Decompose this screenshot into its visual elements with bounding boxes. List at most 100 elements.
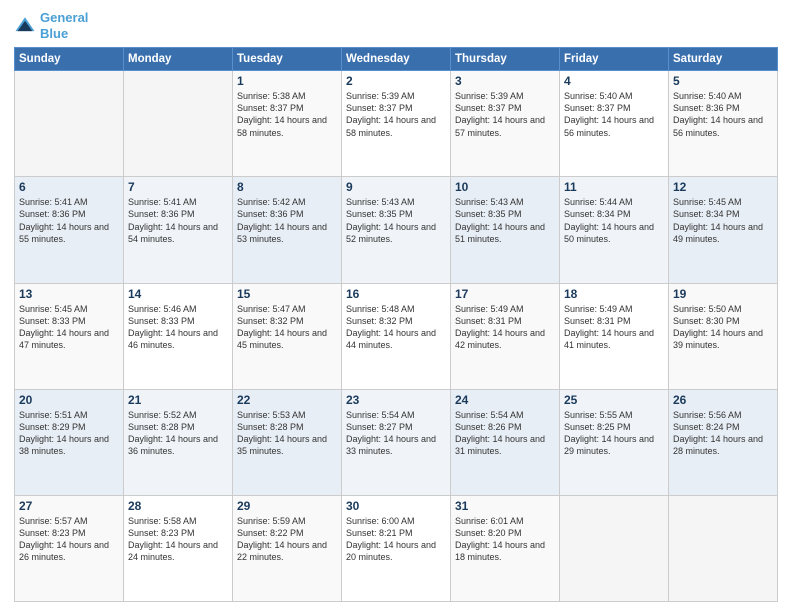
- logo-text: General Blue: [40, 10, 88, 41]
- calendar-table: SundayMondayTuesdayWednesdayThursdayFrid…: [14, 47, 778, 602]
- calendar-cell: 2 Sunrise: 5:39 AMSunset: 8:37 PMDayligh…: [342, 71, 451, 177]
- calendar-day-header: Sunday: [15, 48, 124, 71]
- cell-content: Sunrise: 5:43 AMSunset: 8:35 PMDaylight:…: [346, 197, 436, 243]
- header: General Blue: [14, 10, 778, 41]
- calendar-cell: 1 Sunrise: 5:38 AMSunset: 8:37 PMDayligh…: [233, 71, 342, 177]
- calendar-cell: 30 Sunrise: 6:00 AMSunset: 8:21 PMDaylig…: [342, 495, 451, 601]
- day-number: 13: [19, 287, 119, 301]
- day-number: 19: [673, 287, 773, 301]
- day-number: 9: [346, 180, 446, 194]
- cell-content: Sunrise: 5:46 AMSunset: 8:33 PMDaylight:…: [128, 304, 218, 350]
- calendar-cell: 20 Sunrise: 5:51 AMSunset: 8:29 PMDaylig…: [15, 389, 124, 495]
- calendar-day-header: Friday: [560, 48, 669, 71]
- cell-content: Sunrise: 5:59 AMSunset: 8:22 PMDaylight:…: [237, 516, 327, 562]
- calendar-cell: 7 Sunrise: 5:41 AMSunset: 8:36 PMDayligh…: [124, 177, 233, 283]
- cell-content: Sunrise: 5:49 AMSunset: 8:31 PMDaylight:…: [455, 304, 545, 350]
- calendar-cell: 17 Sunrise: 5:49 AMSunset: 8:31 PMDaylig…: [451, 283, 560, 389]
- cell-content: Sunrise: 5:39 AMSunset: 8:37 PMDaylight:…: [455, 91, 545, 137]
- calendar-cell: 5 Sunrise: 5:40 AMSunset: 8:36 PMDayligh…: [669, 71, 778, 177]
- calendar-cell: [124, 71, 233, 177]
- day-number: 17: [455, 287, 555, 301]
- calendar-cell: 21 Sunrise: 5:52 AMSunset: 8:28 PMDaylig…: [124, 389, 233, 495]
- calendar-cell: 18 Sunrise: 5:49 AMSunset: 8:31 PMDaylig…: [560, 283, 669, 389]
- day-number: 4: [564, 74, 664, 88]
- day-number: 2: [346, 74, 446, 88]
- day-number: 22: [237, 393, 337, 407]
- calendar-day-header: Tuesday: [233, 48, 342, 71]
- calendar-cell: 6 Sunrise: 5:41 AMSunset: 8:36 PMDayligh…: [15, 177, 124, 283]
- calendar-cell: [15, 71, 124, 177]
- day-number: 29: [237, 499, 337, 513]
- calendar-cell: [669, 495, 778, 601]
- cell-content: Sunrise: 6:01 AMSunset: 8:20 PMDaylight:…: [455, 516, 545, 562]
- calendar-cell: 23 Sunrise: 5:54 AMSunset: 8:27 PMDaylig…: [342, 389, 451, 495]
- calendar-cell: 26 Sunrise: 5:56 AMSunset: 8:24 PMDaylig…: [669, 389, 778, 495]
- day-number: 30: [346, 499, 446, 513]
- day-number: 28: [128, 499, 228, 513]
- day-number: 1: [237, 74, 337, 88]
- cell-content: Sunrise: 5:39 AMSunset: 8:37 PMDaylight:…: [346, 91, 436, 137]
- day-number: 11: [564, 180, 664, 194]
- cell-content: Sunrise: 5:41 AMSunset: 8:36 PMDaylight:…: [128, 197, 218, 243]
- cell-content: Sunrise: 5:40 AMSunset: 8:37 PMDaylight:…: [564, 91, 654, 137]
- cell-content: Sunrise: 6:00 AMSunset: 8:21 PMDaylight:…: [346, 516, 436, 562]
- calendar-cell: 15 Sunrise: 5:47 AMSunset: 8:32 PMDaylig…: [233, 283, 342, 389]
- cell-content: Sunrise: 5:53 AMSunset: 8:28 PMDaylight:…: [237, 410, 327, 456]
- cell-content: Sunrise: 5:56 AMSunset: 8:24 PMDaylight:…: [673, 410, 763, 456]
- day-number: 25: [564, 393, 664, 407]
- calendar-cell: [560, 495, 669, 601]
- cell-content: Sunrise: 5:45 AMSunset: 8:34 PMDaylight:…: [673, 197, 763, 243]
- day-number: 3: [455, 74, 555, 88]
- calendar-cell: 22 Sunrise: 5:53 AMSunset: 8:28 PMDaylig…: [233, 389, 342, 495]
- calendar-cell: 31 Sunrise: 6:01 AMSunset: 8:20 PMDaylig…: [451, 495, 560, 601]
- day-number: 24: [455, 393, 555, 407]
- calendar-header-row: SundayMondayTuesdayWednesdayThursdayFrid…: [15, 48, 778, 71]
- day-number: 7: [128, 180, 228, 194]
- calendar-week-row: 20 Sunrise: 5:51 AMSunset: 8:29 PMDaylig…: [15, 389, 778, 495]
- cell-content: Sunrise: 5:43 AMSunset: 8:35 PMDaylight:…: [455, 197, 545, 243]
- cell-content: Sunrise: 5:41 AMSunset: 8:36 PMDaylight:…: [19, 197, 109, 243]
- calendar-cell: 9 Sunrise: 5:43 AMSunset: 8:35 PMDayligh…: [342, 177, 451, 283]
- day-number: 15: [237, 287, 337, 301]
- cell-content: Sunrise: 5:45 AMSunset: 8:33 PMDaylight:…: [19, 304, 109, 350]
- day-number: 31: [455, 499, 555, 513]
- logo: General Blue: [14, 10, 88, 41]
- day-number: 6: [19, 180, 119, 194]
- day-number: 18: [564, 287, 664, 301]
- logo-icon: [14, 15, 36, 37]
- calendar-cell: 12 Sunrise: 5:45 AMSunset: 8:34 PMDaylig…: [669, 177, 778, 283]
- day-number: 26: [673, 393, 773, 407]
- calendar-cell: 3 Sunrise: 5:39 AMSunset: 8:37 PMDayligh…: [451, 71, 560, 177]
- calendar-cell: 25 Sunrise: 5:55 AMSunset: 8:25 PMDaylig…: [560, 389, 669, 495]
- calendar-cell: 19 Sunrise: 5:50 AMSunset: 8:30 PMDaylig…: [669, 283, 778, 389]
- cell-content: Sunrise: 5:55 AMSunset: 8:25 PMDaylight:…: [564, 410, 654, 456]
- cell-content: Sunrise: 5:54 AMSunset: 8:27 PMDaylight:…: [346, 410, 436, 456]
- calendar-week-row: 13 Sunrise: 5:45 AMSunset: 8:33 PMDaylig…: [15, 283, 778, 389]
- day-number: 16: [346, 287, 446, 301]
- cell-content: Sunrise: 5:42 AMSunset: 8:36 PMDaylight:…: [237, 197, 327, 243]
- day-number: 12: [673, 180, 773, 194]
- cell-content: Sunrise: 5:49 AMSunset: 8:31 PMDaylight:…: [564, 304, 654, 350]
- cell-content: Sunrise: 5:52 AMSunset: 8:28 PMDaylight:…: [128, 410, 218, 456]
- calendar-week-row: 1 Sunrise: 5:38 AMSunset: 8:37 PMDayligh…: [15, 71, 778, 177]
- calendar-cell: 4 Sunrise: 5:40 AMSunset: 8:37 PMDayligh…: [560, 71, 669, 177]
- calendar-day-header: Thursday: [451, 48, 560, 71]
- day-number: 8: [237, 180, 337, 194]
- calendar-day-header: Saturday: [669, 48, 778, 71]
- calendar-cell: 28 Sunrise: 5:58 AMSunset: 8:23 PMDaylig…: [124, 495, 233, 601]
- cell-content: Sunrise: 5:40 AMSunset: 8:36 PMDaylight:…: [673, 91, 763, 137]
- calendar-cell: 11 Sunrise: 5:44 AMSunset: 8:34 PMDaylig…: [560, 177, 669, 283]
- calendar-week-row: 6 Sunrise: 5:41 AMSunset: 8:36 PMDayligh…: [15, 177, 778, 283]
- day-number: 27: [19, 499, 119, 513]
- cell-content: Sunrise: 5:48 AMSunset: 8:32 PMDaylight:…: [346, 304, 436, 350]
- calendar-cell: 24 Sunrise: 5:54 AMSunset: 8:26 PMDaylig…: [451, 389, 560, 495]
- day-number: 10: [455, 180, 555, 194]
- cell-content: Sunrise: 5:44 AMSunset: 8:34 PMDaylight:…: [564, 197, 654, 243]
- calendar-cell: 14 Sunrise: 5:46 AMSunset: 8:33 PMDaylig…: [124, 283, 233, 389]
- cell-content: Sunrise: 5:57 AMSunset: 8:23 PMDaylight:…: [19, 516, 109, 562]
- cell-content: Sunrise: 5:38 AMSunset: 8:37 PMDaylight:…: [237, 91, 327, 137]
- day-number: 20: [19, 393, 119, 407]
- cell-content: Sunrise: 5:54 AMSunset: 8:26 PMDaylight:…: [455, 410, 545, 456]
- calendar-cell: 16 Sunrise: 5:48 AMSunset: 8:32 PMDaylig…: [342, 283, 451, 389]
- calendar-week-row: 27 Sunrise: 5:57 AMSunset: 8:23 PMDaylig…: [15, 495, 778, 601]
